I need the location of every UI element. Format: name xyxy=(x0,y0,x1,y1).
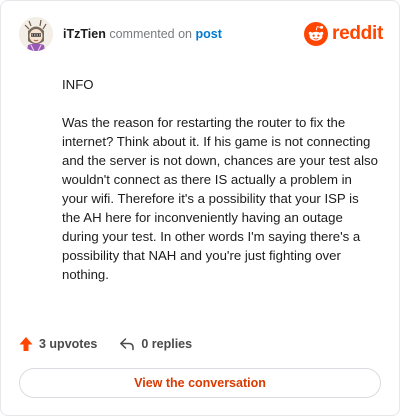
comment-paragraph: Was the reason for restarting the router… xyxy=(62,115,378,282)
username-link[interactable]: iTzTien xyxy=(63,27,106,41)
user-avatar[interactable] xyxy=(19,17,53,51)
commented-on-label: commented on xyxy=(109,27,193,41)
upvote-count: 3 upvotes xyxy=(39,337,98,351)
reddit-brand[interactable]: reddit xyxy=(304,21,383,47)
upvote-button[interactable]: 3 upvotes xyxy=(19,336,97,352)
comment-paragraph: INFO xyxy=(62,77,94,92)
reddit-wordmark: reddit xyxy=(332,23,383,44)
comment-meta: iTzTien commented on post xyxy=(63,27,222,41)
comment-actions: 3 upvotes 0 replies xyxy=(19,334,192,354)
comment-header: iTzTien commented on post xyxy=(19,17,222,51)
upvote-arrow-icon xyxy=(19,337,33,351)
reply-arrow-icon xyxy=(120,338,135,351)
reply-count: 0 replies xyxy=(141,337,193,351)
reddit-logo-icon xyxy=(304,22,329,46)
view-conversation-button[interactable]: View the conversation xyxy=(19,368,381,398)
comment-embed-card: iTzTien commented on post reddit INFO Wa… xyxy=(0,0,400,416)
post-link[interactable]: post xyxy=(196,27,222,41)
comment-body: INFO Was the reason for restarting the r… xyxy=(62,75,380,284)
avatar-illustration-icon xyxy=(19,17,53,51)
replies-button[interactable]: 0 replies xyxy=(119,337,192,351)
